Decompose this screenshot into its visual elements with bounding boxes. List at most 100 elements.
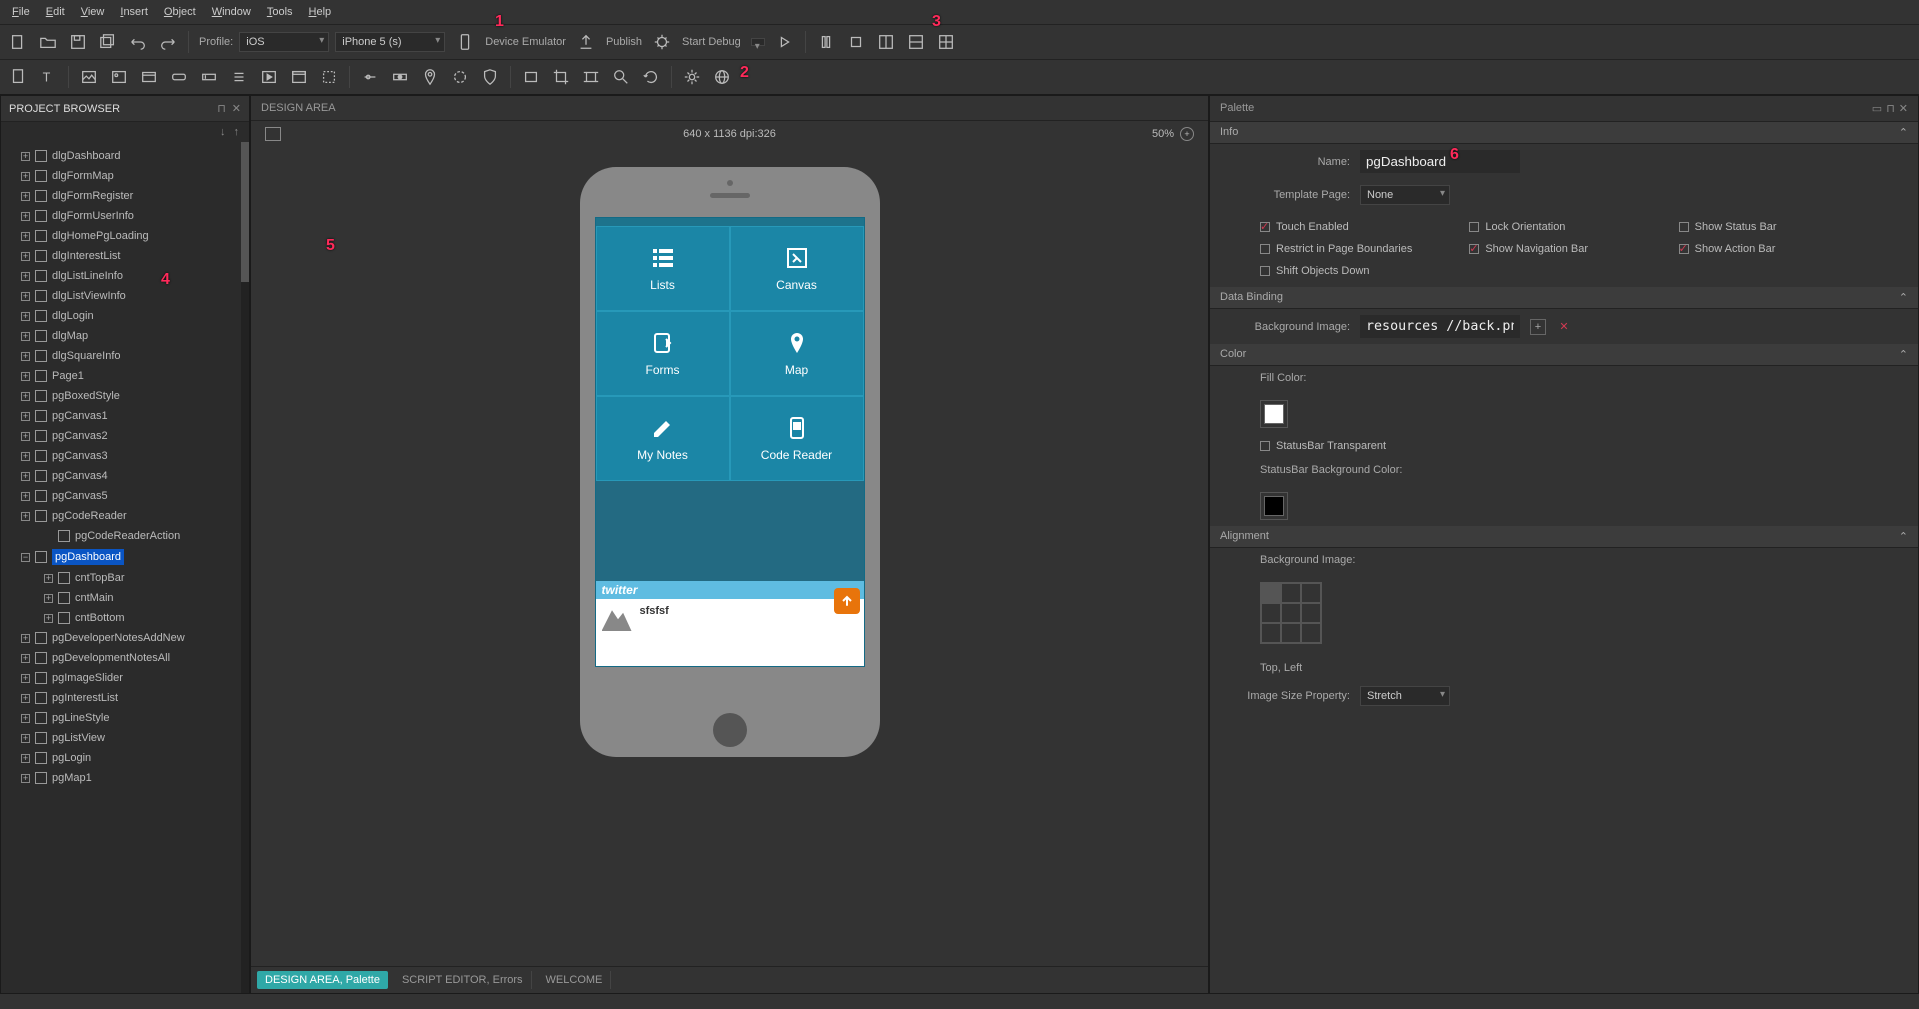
tree-item[interactable]: +cntTopBar: [1, 568, 249, 588]
tree-item[interactable]: +pgCanvas3: [1, 446, 249, 466]
new-file-icon[interactable]: [8, 32, 28, 52]
tree-item[interactable]: +pgDeveloperNotesAddNew: [1, 628, 249, 648]
tree-item[interactable]: +dlgInterestList: [1, 246, 249, 266]
record-icon[interactable]: [390, 67, 410, 87]
rect-icon[interactable]: [521, 67, 541, 87]
expander-icon[interactable]: +: [21, 252, 30, 261]
tree-item[interactable]: +pgCanvas4: [1, 466, 249, 486]
expander-icon[interactable]: +: [44, 614, 53, 623]
tree-item[interactable]: +pgCodeReader: [1, 506, 249, 526]
sort-down-icon[interactable]: ↓: [220, 126, 226, 138]
menu-tools[interactable]: Tools: [261, 4, 299, 20]
align-top-left[interactable]: [1261, 583, 1281, 603]
collapse-icon[interactable]: ⌃: [1899, 530, 1908, 543]
expander-icon[interactable]: +: [21, 734, 30, 743]
stop-icon[interactable]: [846, 32, 866, 52]
cb-touch-enabled[interactable]: Touch Enabled: [1260, 221, 1449, 233]
expander-icon[interactable]: +: [21, 212, 30, 221]
template-dropdown[interactable]: None: [1360, 185, 1450, 205]
info-section-tab[interactable]: Info ⌃: [1210, 122, 1918, 144]
close-icon[interactable]: ✕: [232, 102, 241, 115]
tree-item[interactable]: +dlgSquareInfo: [1, 346, 249, 366]
name-input[interactable]: [1360, 150, 1520, 173]
align-bot-right[interactable]: [1301, 623, 1321, 643]
expander-icon[interactable]: +: [21, 352, 30, 361]
expander-icon[interactable]: +: [21, 714, 30, 723]
redo-icon[interactable]: [158, 32, 178, 52]
tree-item[interactable]: +dlgListLineInfo: [1, 266, 249, 286]
expander-icon[interactable]: +: [21, 172, 30, 181]
scrollbar[interactable]: [241, 142, 249, 993]
publish-icon[interactable]: [576, 32, 596, 52]
cb-restrict-boundaries[interactable]: Restrict in Page Boundaries: [1260, 243, 1449, 255]
add-icon[interactable]: +: [1530, 319, 1546, 335]
input-icon[interactable]: [199, 67, 219, 87]
device-dropdown[interactable]: iPhone 5 (s): [335, 32, 445, 52]
pause-icon[interactable]: [816, 32, 836, 52]
bottom-tab[interactable]: SCRIPT EDITOR, Errors: [394, 971, 532, 989]
cb-statusbar-transparent[interactable]: StatusBar Transparent: [1260, 440, 1386, 452]
device-emulator-label[interactable]: Device Emulator: [485, 36, 566, 48]
tree-item[interactable]: +dlgDashboard: [1, 146, 249, 166]
publish-label[interactable]: Publish: [606, 36, 642, 48]
menu-view[interactable]: View: [75, 4, 111, 20]
tree-item[interactable]: +pgCanvas1: [1, 406, 249, 426]
shield-icon[interactable]: [480, 67, 500, 87]
cb-show-action-bar[interactable]: Show Action Bar: [1679, 243, 1868, 255]
tree-item[interactable]: +pgDevelopmentNotesAll: [1, 648, 249, 668]
expander-icon[interactable]: +: [21, 512, 30, 521]
menu-edit[interactable]: Edit: [40, 4, 71, 20]
align-bot-left[interactable]: [1261, 623, 1281, 643]
tree-item[interactable]: +pgMap1: [1, 768, 249, 788]
tree-item[interactable]: +dlgFormRegister: [1, 186, 249, 206]
tree-item[interactable]: +dlgMap: [1, 326, 249, 346]
expander-icon[interactable]: +: [44, 574, 53, 583]
menu-object[interactable]: Object: [158, 4, 202, 20]
device-emulator-icon[interactable]: [455, 32, 475, 52]
expander-icon[interactable]: +: [21, 412, 30, 421]
zoom-in-icon[interactable]: +: [1180, 127, 1194, 141]
device-view-icon[interactable]: [265, 127, 281, 141]
profile-dropdown[interactable]: iOS: [239, 32, 329, 52]
expander-icon[interactable]: +: [21, 674, 30, 683]
start-debug-dropdown[interactable]: [751, 38, 765, 46]
location-icon[interactable]: [420, 67, 440, 87]
align-top-right[interactable]: [1301, 583, 1321, 603]
panel-icon[interactable]: [289, 67, 309, 87]
expander-icon[interactable]: +: [21, 452, 30, 461]
play-icon[interactable]: [259, 67, 279, 87]
expander-icon[interactable]: +: [21, 152, 30, 161]
expander-icon[interactable]: +: [21, 634, 30, 643]
collapse-icon[interactable]: ⌃: [1899, 291, 1908, 304]
expander-icon[interactable]: +: [21, 694, 30, 703]
align-mid-right[interactable]: [1301, 603, 1321, 623]
tree-item[interactable]: +dlgHomePgLoading: [1, 226, 249, 246]
tree-item[interactable]: +pgBoxedStyle: [1, 386, 249, 406]
bottom-tab[interactable]: DESIGN AREA, Palette: [257, 971, 388, 989]
bg-image-input[interactable]: [1360, 315, 1520, 338]
text-format-icon[interactable]: T: [38, 67, 58, 87]
tree-item[interactable]: +pgLineStyle: [1, 708, 249, 728]
slider-icon[interactable]: [360, 67, 380, 87]
cb-show-status-bar[interactable]: Show Status Bar: [1679, 221, 1868, 233]
tree-item[interactable]: +pgCanvas5: [1, 486, 249, 506]
dashboard-tile[interactable]: Map: [730, 311, 864, 396]
cb-show-navigation-bar[interactable]: Show Navigation Bar: [1469, 243, 1658, 255]
debug-icon[interactable]: [652, 32, 672, 52]
save-icon[interactable]: [68, 32, 88, 52]
design-canvas[interactable]: 5 ListsCanvasFormsMapMy NotesCode Reader…: [251, 147, 1208, 966]
collapse-icon[interactable]: ⌃: [1899, 126, 1908, 139]
tab-icon[interactable]: [139, 67, 159, 87]
crop-icon[interactable]: [551, 67, 571, 87]
align-mid-left[interactable]: [1261, 603, 1281, 623]
cb-shift-objects-down[interactable]: Shift Objects Down: [1260, 265, 1449, 277]
bottom-tab[interactable]: WELCOME: [538, 971, 612, 989]
cb-lock-orientation[interactable]: Lock Orientation: [1469, 221, 1658, 233]
fill-color-swatch[interactable]: [1264, 404, 1284, 424]
expander-icon[interactable]: +: [21, 754, 30, 763]
statusbar-bg-swatch[interactable]: [1264, 496, 1284, 516]
expander-icon[interactable]: +: [21, 654, 30, 663]
button-icon[interactable]: [169, 67, 189, 87]
align-top-center[interactable]: [1281, 583, 1301, 603]
menu-file[interactable]: File: [6, 4, 36, 20]
